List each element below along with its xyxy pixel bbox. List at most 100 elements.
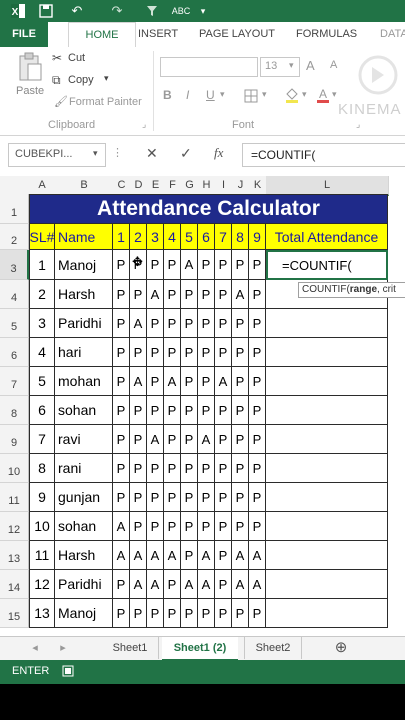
cell-attendance[interactable]: A	[232, 280, 249, 309]
cell-attendance[interactable]: P	[232, 309, 249, 338]
cell-attendance[interactable]: P	[147, 367, 164, 396]
cell-attendance[interactable]: P	[113, 250, 130, 280]
column-header-i[interactable]: I	[215, 176, 233, 195]
cell-attendance[interactable]: P	[164, 512, 181, 541]
cell-attendance[interactable]: P	[130, 512, 147, 541]
cell-attendance[interactable]: A	[113, 541, 130, 570]
spellcheck-icon[interactable]: ABC	[172, 2, 191, 20]
row-header-10[interactable]: 10	[0, 454, 29, 483]
cell-attendance[interactable]: P	[147, 512, 164, 541]
cell-attendance[interactable]: A	[130, 570, 147, 599]
cell-attendance[interactable]: P	[232, 338, 249, 367]
cell-attendance[interactable]: P	[113, 338, 130, 367]
filter-icon[interactable]	[144, 2, 160, 20]
cell-attendance[interactable]: P	[130, 280, 147, 309]
cell-attendance[interactable]: P	[198, 483, 215, 512]
paste-button[interactable]: Paste	[16, 85, 44, 97]
worksheet-grid[interactable]: ABCDEFGHIJKL 1 2 3 4 5 6 7 8 9 10 11 12 13 14 15 Atten…	[0, 176, 405, 636]
cell-sl[interactable]: 1	[29, 250, 55, 280]
column-header-c[interactable]: C	[113, 176, 131, 195]
cell-attendance[interactable]: P	[198, 599, 215, 628]
cell-attendance[interactable]: P	[164, 483, 181, 512]
cell-attendance[interactable]: A	[198, 541, 215, 570]
cell-attendance[interactable]: P	[181, 280, 198, 309]
row-header-9[interactable]: 9	[0, 425, 29, 454]
cell-attendance[interactable]: A	[147, 541, 164, 570]
header-day-4[interactable]: 4	[164, 224, 181, 250]
shrink-font-button[interactable]: A	[330, 59, 337, 71]
font-color-dropdown-icon[interactable]: ▾	[332, 89, 337, 100]
cell-attendance[interactable]: A	[232, 541, 249, 570]
tab-file[interactable]: FILE	[0, 22, 48, 47]
cell-attendance[interactable]: A	[113, 512, 130, 541]
row-header-11[interactable]: 11	[0, 483, 29, 512]
cell-attendance[interactable]: P	[215, 309, 232, 338]
cell-attendance[interactable]: P	[249, 338, 266, 367]
cell-attendance[interactable]: P	[215, 541, 232, 570]
row-header-4[interactable]: 4	[0, 280, 29, 309]
save-icon[interactable]	[38, 2, 54, 20]
cell-attendance[interactable]: A	[130, 541, 147, 570]
cell-attendance[interactable]: P	[113, 454, 130, 483]
cell-attendance[interactable]: P	[249, 454, 266, 483]
name-box-dropdown-icon[interactable]: ▾	[93, 148, 98, 159]
grow-font-button[interactable]: A	[306, 58, 315, 73]
cell-attendance[interactable]: P	[215, 396, 232, 425]
cell-attendance[interactable]: P	[113, 570, 130, 599]
tab-data[interactable]: DATA	[380, 22, 405, 47]
cell-attendance[interactable]: A	[198, 425, 215, 454]
cell-attendance[interactable]: P	[249, 250, 266, 280]
cell-attendance[interactable]: P	[113, 425, 130, 454]
cell-attendance[interactable]: P	[232, 454, 249, 483]
cell-name[interactable]: ravi	[55, 425, 113, 454]
row-header-14[interactable]: 14	[0, 570, 29, 599]
cell-attendance[interactable]: P	[181, 367, 198, 396]
cell-attendance[interactable]: P	[215, 250, 232, 280]
header-day-2[interactable]: 2	[130, 224, 147, 250]
copy-button[interactable]: Copy	[68, 74, 94, 86]
cell-attendance[interactable]: P	[113, 280, 130, 309]
cut-button[interactable]: Cut	[68, 52, 85, 64]
cell-total[interactable]	[266, 599, 388, 628]
cell-sl[interactable]: 4	[29, 338, 55, 367]
cell-sl[interactable]: 13	[29, 599, 55, 628]
cell-total[interactable]	[266, 396, 388, 425]
cell-attendance[interactable]: P	[130, 338, 147, 367]
header-day-8[interactable]: 8	[232, 224, 249, 250]
cell-sl[interactable]: 8	[29, 454, 55, 483]
cell-attendance[interactable]: P	[198, 338, 215, 367]
cell-name[interactable]: mohan	[55, 367, 113, 396]
row-header-15[interactable]: 15	[0, 599, 29, 628]
cell-attendance[interactable]: A	[130, 367, 147, 396]
cell-attendance[interactable]: P	[181, 541, 198, 570]
cell-attendance[interactable]: P	[147, 599, 164, 628]
sheet-tab-sheet2[interactable]: Sheet2	[244, 637, 302, 659]
copy-dropdown-icon[interactable]: ▾	[104, 73, 109, 84]
redo-icon[interactable]: ↷	[106, 2, 128, 20]
cell-attendance[interactable]: P	[232, 483, 249, 512]
cell-total[interactable]	[266, 570, 388, 599]
header-day-7[interactable]: 7	[215, 224, 232, 250]
cell-attendance[interactable]: P	[181, 425, 198, 454]
cell-name[interactable]: Harsh	[55, 280, 113, 309]
cell-attendance[interactable]: P	[113, 396, 130, 425]
row-header-1[interactable]: 1	[0, 194, 29, 224]
cell-attendance[interactable]: A	[249, 570, 266, 599]
cell-sl[interactable]: 9	[29, 483, 55, 512]
font-name-box[interactable]	[160, 57, 258, 77]
borders-dropdown-icon[interactable]: ▾	[262, 89, 267, 100]
cell-attendance[interactable]: P	[181, 396, 198, 425]
cell-attendance[interactable]: P	[249, 483, 266, 512]
cell-name[interactable]: rani	[55, 454, 113, 483]
cell-attendance[interactable]: A	[164, 541, 181, 570]
row-header-7[interactable]: 7	[0, 367, 29, 396]
cell-attendance[interactable]: P	[249, 599, 266, 628]
tab-home[interactable]: HOME	[68, 22, 136, 48]
cell-sl[interactable]: 5	[29, 367, 55, 396]
cell-attendance[interactable]: P	[130, 483, 147, 512]
row-header-8[interactable]: 8	[0, 396, 29, 425]
cancel-icon[interactable]: ✕	[146, 145, 158, 162]
cell-total[interactable]	[266, 309, 388, 338]
header-day-5[interactable]: 5	[181, 224, 198, 250]
cell-attendance[interactable]: P	[130, 396, 147, 425]
